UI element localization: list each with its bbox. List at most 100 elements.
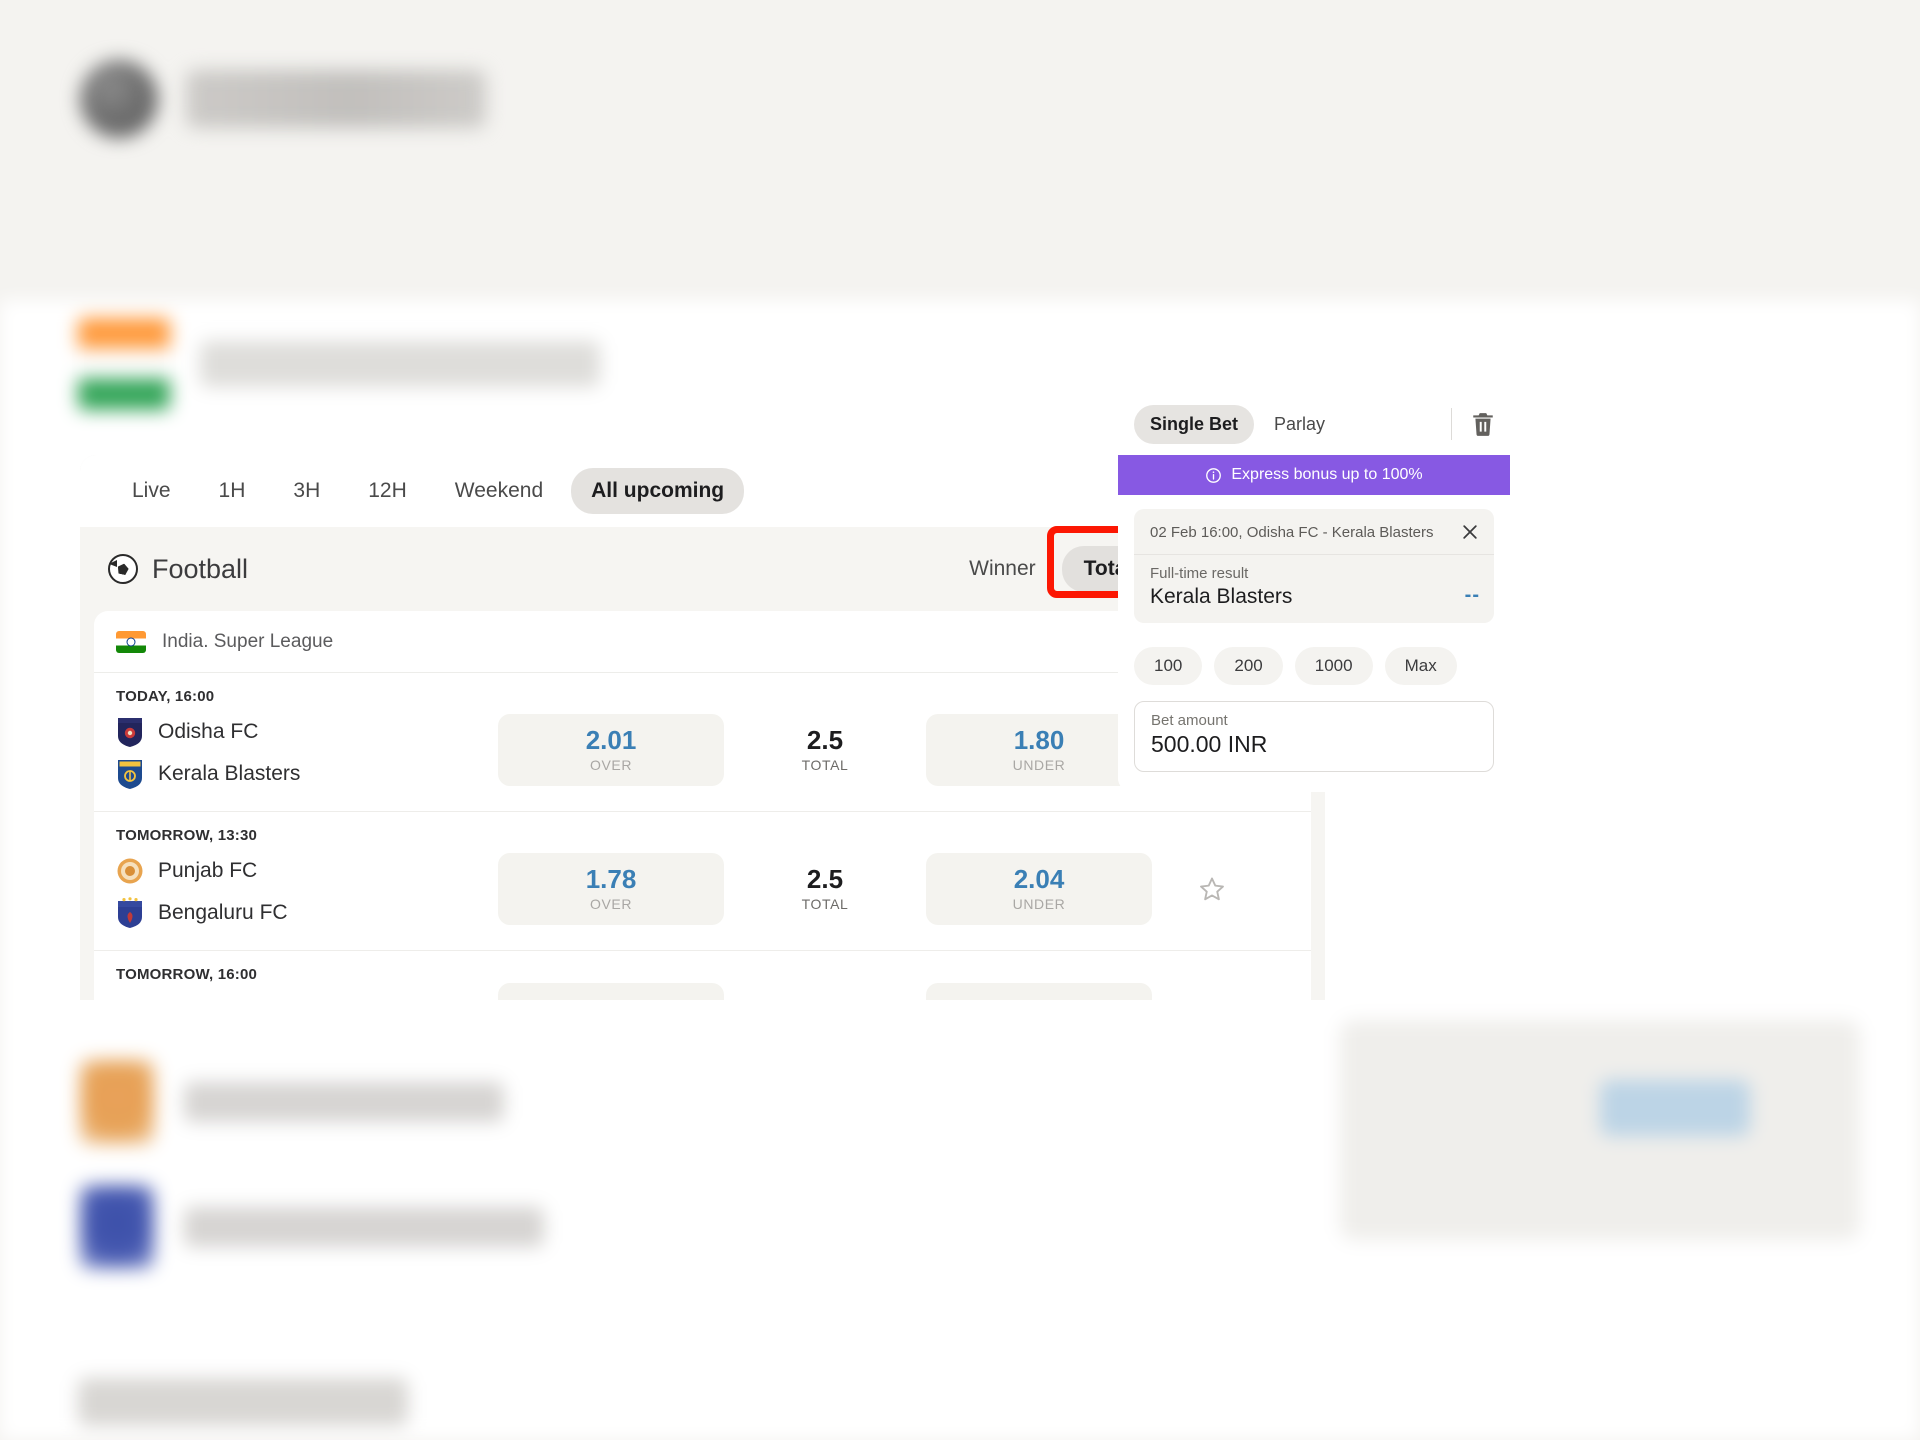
betslip-selection-pick: Kerala Blasters (1150, 585, 1293, 608)
match-odds: 2.01 OVER 2.5 TOTAL 1.80 UNDER (498, 714, 1226, 786)
background-page-header (80, 60, 486, 138)
background-team-crest (80, 1060, 154, 1144)
team-home-name: Odisha FC (158, 720, 259, 743)
background-page-title (186, 70, 486, 128)
odds-button-over[interactable]: 1.78 OVER (498, 853, 724, 925)
betslip-selection-event-row: 02 Feb 16:00, Odisha FC - Kerala Blaster… (1134, 509, 1494, 555)
time-filter-all-upcoming[interactable]: All upcoming (571, 468, 745, 514)
match-kickoff-time: TOMORROW, 16:00 (116, 966, 258, 983)
odds-button-under[interactable]: 2.04 UNDER (926, 853, 1152, 925)
match-favorite-cell (1152, 875, 1226, 903)
total-line: 2.5 TOTAL (724, 724, 926, 774)
sport-title-group: Football (108, 554, 248, 585)
betslip-selection-item: 02 Feb 16:00, Odisha FC - Kerala Blaster… (1134, 509, 1494, 623)
market-tab-winner[interactable]: Winner (947, 546, 1058, 592)
background-league-title (200, 341, 600, 387)
betslip-selections: 02 Feb 16:00, Odisha FC - Kerala Blaster… (1118, 495, 1510, 633)
team-home-name: Punjab FC (158, 859, 258, 882)
bet-amount-label: Bet amount (1151, 712, 1228, 729)
star-icon[interactable] (1198, 875, 1226, 903)
betslip-selection-pick-row: Full-time result Kerala Blasters -- (1134, 555, 1494, 623)
info-icon (1206, 467, 1222, 483)
match-teams[interactable]: Punjab FC Bengaluru FC (116, 844, 488, 934)
odds-label-over: OVER (589, 757, 633, 774)
odds-value-under: 1.80 (1013, 724, 1065, 755)
bengaluru-fc-crest-icon (116, 897, 144, 929)
india-flag-icon (116, 630, 146, 653)
betslip-header: Single Bet Parlay (1118, 393, 1510, 455)
background-match-row (80, 1185, 544, 1269)
background-side-button (1600, 1080, 1750, 1136)
odds-button-under[interactable] (926, 983, 1152, 1000)
background-league-header (78, 318, 600, 410)
match-row-partial: TOMORROW, 16:00 (94, 951, 1311, 1000)
match-teams[interactable]: Odisha FC Kerala Blasters (116, 705, 488, 795)
total-line-label: TOTAL (801, 757, 849, 774)
background-side-card (1340, 1020, 1860, 1240)
team-away: Kerala Blasters (116, 753, 488, 795)
background-match-row (80, 1060, 504, 1144)
betslip-divider (1451, 408, 1452, 440)
time-filter-live[interactable]: Live (112, 468, 191, 514)
league-name: India. Super League (162, 630, 334, 652)
team-away: Bengaluru FC (116, 892, 488, 934)
close-icon[interactable] (1460, 522, 1480, 542)
betslip-tab-parlay[interactable]: Parlay (1258, 405, 1341, 444)
odds-button-over[interactable]: 2.01 OVER (498, 714, 724, 786)
betslip-selection-event: 02 Feb 16:00, Odisha FC - Kerala Blaster… (1150, 523, 1434, 541)
betslip-tab-single[interactable]: Single Bet (1134, 404, 1255, 444)
trash-icon[interactable] (1470, 410, 1496, 438)
soccer-ball-icon (108, 554, 138, 584)
betslip-selection-text-group: Full-time result Kerala Blasters (1150, 565, 1292, 609)
quick-stake-1000[interactable]: 1000 (1294, 647, 1373, 685)
bet-amount-value: 500.00 INR (1151, 731, 1268, 757)
time-filter-weekend[interactable]: Weekend (435, 468, 563, 514)
match-kickoff-time: TOMORROW, 13:30 (116, 827, 258, 844)
betslip-panel: Single Bet Parlay Express bonus up to 10… (1118, 393, 1510, 792)
betslip-stake-zone: 100 200 1000 Max Bet amount 500.00 INR (1118, 633, 1510, 792)
betslip-selection-odds: -- (1464, 584, 1480, 606)
team-home: Odisha FC (116, 711, 488, 753)
match-body (116, 983, 1289, 1000)
background-team-crest (80, 1185, 154, 1269)
quick-stake-max[interactable]: Max (1384, 647, 1457, 685)
bet-amount-field[interactable]: Bet amount 500.00 INR (1134, 701, 1494, 772)
time-filter-1h[interactable]: 1H (199, 468, 266, 514)
match-odds: 1.78 OVER 2.5 TOTAL 2.04 UNDER (498, 853, 1226, 925)
odds-value-over: 2.01 (585, 724, 637, 755)
odds-label-under: UNDER (1012, 757, 1066, 774)
background-team-name (184, 1207, 544, 1247)
time-filter-3h[interactable]: 3H (273, 468, 340, 514)
odds-button-over[interactable] (498, 983, 724, 1000)
total-line: 2.5 TOTAL (724, 863, 926, 913)
match-body: Punjab FC Bengaluru FC 1.78 OVER 2.5 TOT… (116, 844, 1289, 950)
team-home: Punjab FC (116, 850, 488, 892)
odds-value-over: 1.78 (585, 863, 637, 894)
match-body: Odisha FC Kerala Blasters 2.01 OVER 2.5 … (116, 705, 1289, 811)
total-line-value: 2.5 (806, 724, 844, 755)
background-flag-icon (78, 318, 170, 410)
background-sport-icon (80, 60, 158, 138)
express-bonus-banner: Express bonus up to 100% (1118, 455, 1510, 495)
total-line-label: TOTAL (801, 896, 849, 913)
kerala-blasters-crest-icon (116, 758, 144, 790)
match-row: TOMORROW, 13:30 Punjab FC Bengaluru FC 1… (94, 812, 1311, 951)
match-teams[interactable] (116, 995, 488, 1000)
quick-stake-100[interactable]: 100 (1134, 647, 1203, 685)
match-kickoff-time: TODAY, 16:00 (116, 688, 215, 705)
background-bottom-title (78, 1378, 408, 1426)
team-away-name: Kerala Blasters (158, 762, 301, 785)
time-filter-12h[interactable]: 12H (348, 468, 427, 514)
odds-value-under: 2.04 (1013, 863, 1065, 894)
betslip-selection-market: Full-time result (1150, 565, 1249, 582)
odds-label-under: UNDER (1012, 896, 1066, 913)
background-team-name (184, 1082, 504, 1122)
team-away-name: Bengaluru FC (158, 901, 288, 924)
punjab-fc-crest-icon (116, 855, 144, 887)
quick-stake-200[interactable]: 200 (1214, 647, 1283, 685)
total-line-value: 2.5 (806, 863, 844, 894)
odisha-fc-crest-icon (116, 716, 144, 748)
page-root: Live 1H 3H 12H Weekend All upcoming Foot… (0, 0, 1920, 1440)
odds-label-over: OVER (589, 896, 633, 913)
match-odds (498, 983, 1226, 1000)
